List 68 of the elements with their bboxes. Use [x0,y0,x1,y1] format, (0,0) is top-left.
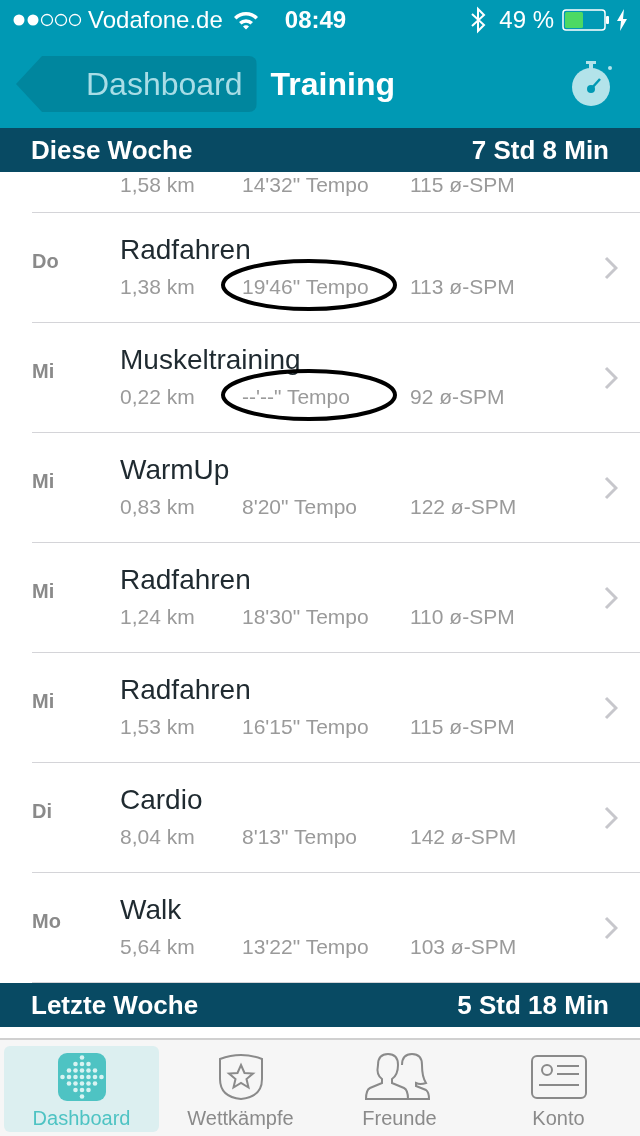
workout-row[interactable]: Mi Muskeltraining 0,22 km --'--" Tempo 92 ø-SPM [32,323,640,433]
workout-row[interactable]: Do Radfahren 1,38 km 19'46" Tempo 113 ø-SPM [32,213,640,323]
day-label: Di [32,799,53,824]
spm-text: 103 ø-SPM [410,933,517,960]
section-title: Diese Woche [31,133,193,167]
chevron-right-icon [604,255,618,280]
workout-row[interactable]: Di Cardio 8,04 km 8'13" Tempo 142 ø-SPM [32,763,640,873]
id-card-icon [530,1055,587,1099]
pace-text: 19'46" Tempo [242,274,369,298]
pace-text: 8'20" Tempo [242,494,357,518]
workout-name: Radfahren [120,562,252,597]
star-shield-icon [216,1053,265,1101]
workout-row[interactable]: Mi Radfahren 1,24 km 18'30" Tempo 110 ø-SPM [32,543,640,653]
workout-name: Radfahren [120,672,252,707]
workout-name: WarmUp [120,452,231,487]
workout-row[interactable]: Mi WarmUp 0,83 km 8'20" Tempo 122 ø-SPM [32,433,640,543]
distance-text: 8,04 km [120,823,196,850]
distance-text: 5,64 km [120,933,196,960]
clock-time: 08:49 [284,5,347,35]
workout-name: Muskeltraining [120,342,302,377]
section-total: 7 Std 8 Min [471,133,609,167]
workout-name: Cardio [120,782,204,817]
chevron-right-icon [604,475,618,500]
workout-name: Radfahren [120,232,252,267]
carrier-name: Vodafone.de [88,5,223,35]
workout-name: Walk [120,892,183,927]
pace-text: 8'13" Tempo [242,824,357,848]
distance-text: 0,22 km [120,383,196,410]
chevron-right-icon [604,365,618,390]
pace-text: 16'15" Tempo [242,714,369,738]
chevron-right-icon [604,585,618,610]
spm-text: 122 ø-SPM [410,493,517,520]
pace-text: 18'30" Tempo [242,604,369,628]
chevron-right-icon [604,915,618,940]
day-label: Mo [32,909,62,934]
distance-text: 1,58 km [120,172,196,198]
spm-text: 113 ø-SPM [410,273,515,300]
day-label: Mi [32,469,56,494]
day-label: Mi [32,689,56,714]
dots-logo-icon [57,1053,106,1101]
pace-text: 14'32" Tempo [242,172,369,196]
pace-text: 13'22" Tempo [242,934,369,958]
charging-icon [616,9,628,31]
spm-text: 115 ø-SPM [410,713,515,740]
distance-text: 1,53 km [120,713,196,740]
chevron-right-icon [604,695,618,720]
distance-text: 0,83 km [120,493,196,520]
screen-title: Training [270,65,395,104]
battery-percent: 49 % [499,5,554,35]
battery-icon [562,9,610,31]
distance-text: 1,24 km [120,603,196,630]
signal-icon [12,12,84,28]
wifi-icon [232,10,259,30]
workout-row[interactable]: Mi Radfahren 1,53 km 16'15" Tempo 115 ø-SPM [32,653,640,763]
day-label: Mi [32,359,56,384]
section-title: Letzte Woche [31,988,199,1022]
stopwatch-icon[interactable] [572,61,614,107]
spm-text: 92 ø-SPM [410,383,505,410]
spm-text: 110 ø-SPM [410,603,515,630]
day-label: Mi [32,579,56,604]
pace-text: --'--" Tempo [242,384,350,408]
day-label: Do [32,249,60,274]
section-total: 5 Std 18 Min [457,988,609,1022]
spm-text: 142 ø-SPM [410,823,517,850]
bluetooth-icon [469,6,488,34]
spm-text: 115 ø-SPM [410,172,515,198]
distance-text: 1,38 km [120,273,196,300]
chevron-right-icon [604,805,618,830]
